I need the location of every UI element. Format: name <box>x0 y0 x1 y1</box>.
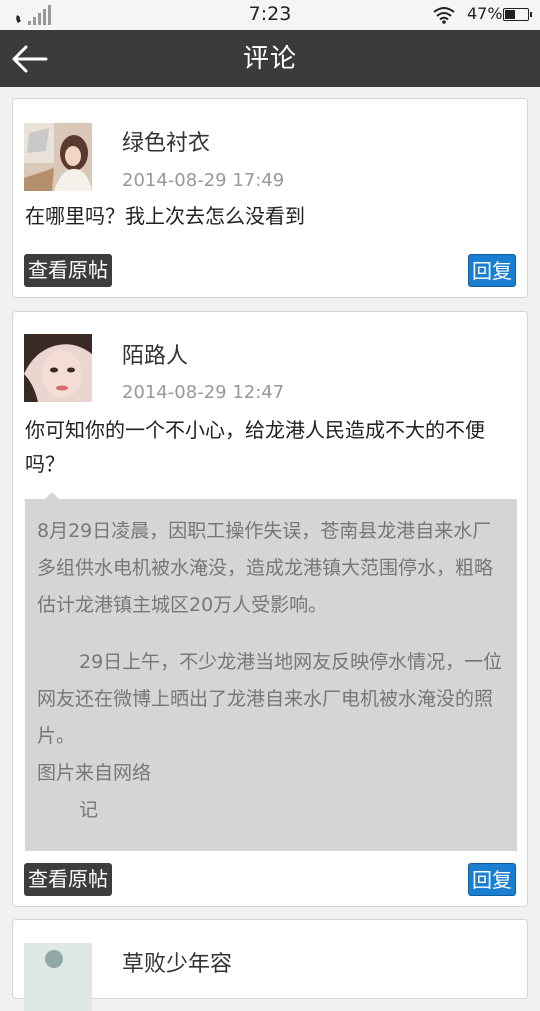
quoted-post: 8月29日凌晨，因职工操作失误，苍南县龙港自来水厂多组供水电机被水淹没，造成龙港… <box>25 492 517 851</box>
view-original-button[interactable]: 查看原帖 <box>24 863 112 896</box>
avatar <box>24 123 92 191</box>
page-title: 评论 <box>242 44 297 74</box>
comment-card: 绿色衬衣 2014-08-29 17:49 在哪里吗？我上次去怎么没看到 查看原… <box>12 98 528 298</box>
comment-card: 陌路人 2014-08-29 12:47 你可知你的一个不小心，给龙港人民造成不… <box>12 311 528 907</box>
avatar <box>24 943 92 1011</box>
comment-username: 陌路人 <box>122 344 189 369</box>
battery-percent: 47% <box>467 4 503 23</box>
comment-username: 草败少年容 <box>122 952 233 977</box>
comment-timestamp: 2014-08-29 17:49 <box>122 170 285 191</box>
comment-username: 绿色衬衣 <box>122 131 211 156</box>
comment-text: 你可知你的一个不小心，给龙港人民造成不大的不便吗？ <box>25 418 485 476</box>
quoted-caption: 图片来自网络 <box>37 762 152 784</box>
wifi-icon <box>433 7 455 24</box>
quoted-paragraph: 29日上午，不少龙港当地网友反映停水情况，一位网友还在微博上晒出了龙港自来水厂电… <box>37 651 503 747</box>
status-bar: 7:23 47% <box>0 0 540 30</box>
battery-fill <box>505 10 515 19</box>
app-header: 评论 <box>0 30 540 87</box>
reply-button[interactable]: 回复 <box>468 863 516 896</box>
reply-button[interactable]: 回复 <box>468 254 516 287</box>
quoted-paragraph: 8月29日凌晨，因职工操作失误，苍南县龙港自来水厂多组供水电机被水淹没，造成龙港… <box>37 520 494 616</box>
quoted-paragraph: 记 <box>79 799 99 821</box>
clock: 7:23 <box>248 3 292 25</box>
comment-text: 在哪里吗？我上次去怎么没看到 <box>25 204 305 228</box>
comment-card: 草败少年容 <box>12 919 528 1011</box>
comment-timestamp: 2014-08-29 12:47 <box>122 382 285 403</box>
battery-icon <box>503 8 532 21</box>
view-original-button[interactable]: 查看原帖 <box>24 254 112 287</box>
avatar <box>24 334 92 402</box>
